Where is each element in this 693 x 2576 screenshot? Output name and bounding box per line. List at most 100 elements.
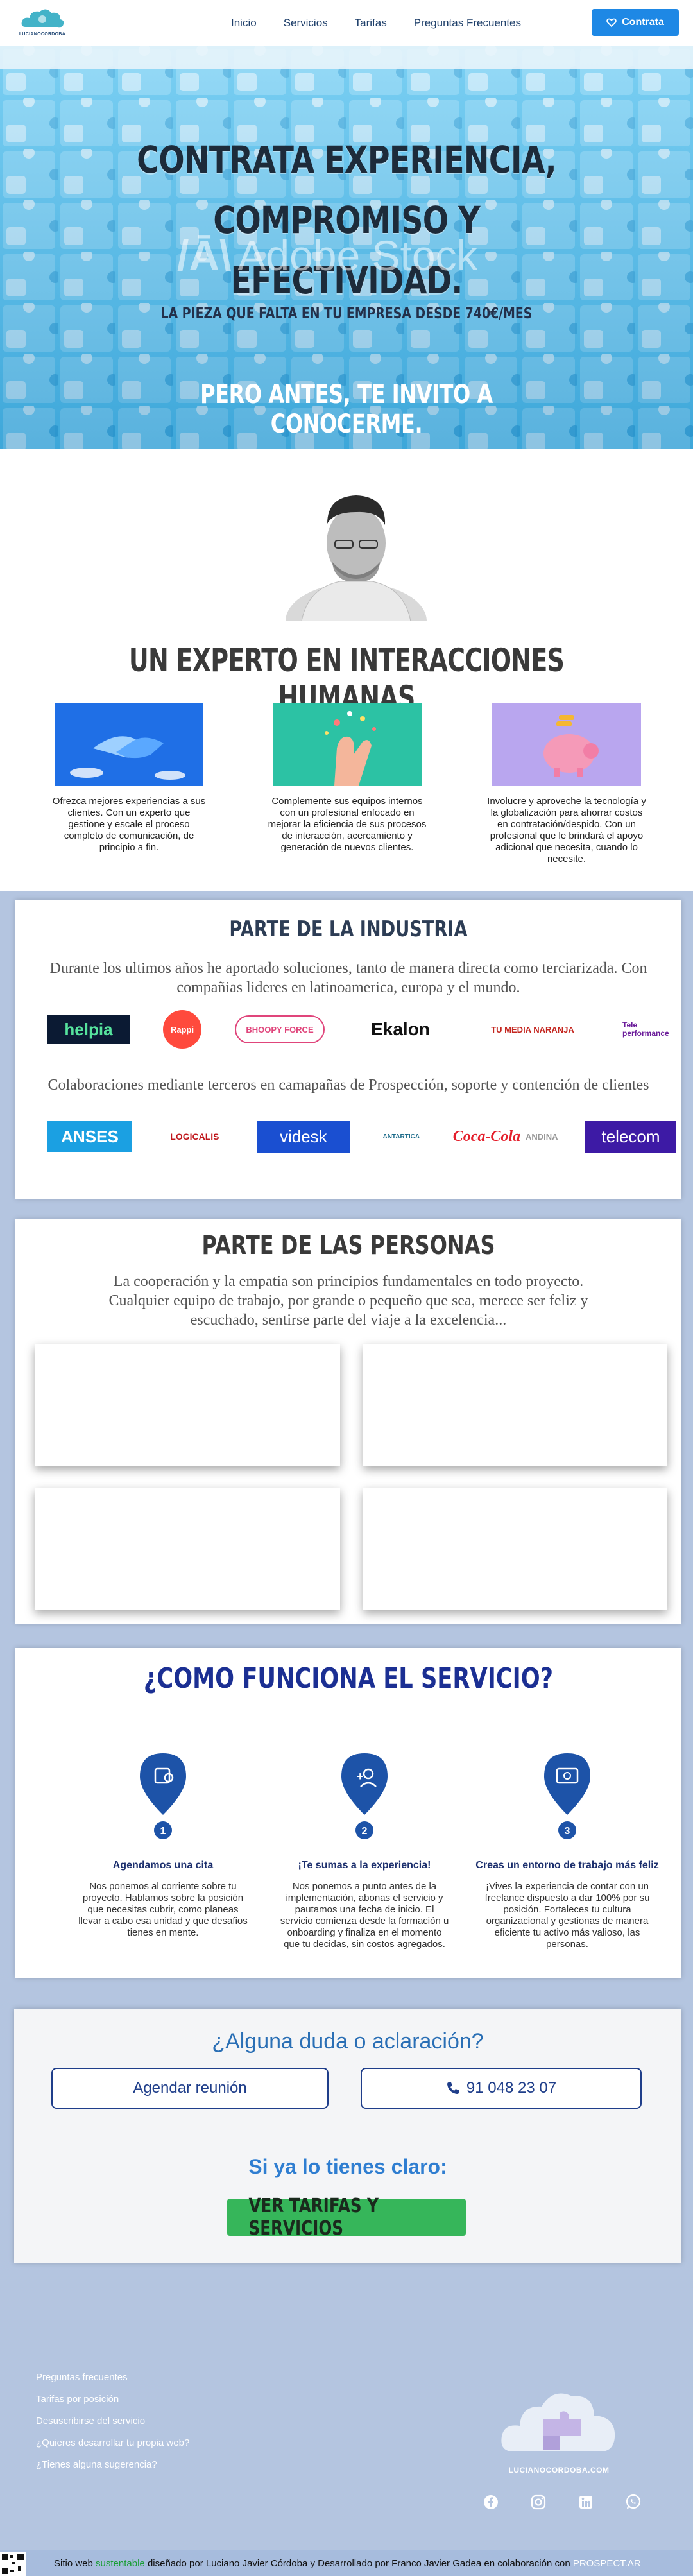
- people-text-line3: escuchado, sentirse parte del viaje a la…: [190, 1312, 507, 1328]
- people-title: PARTE DE LAS PERSONAS: [201, 1231, 495, 1260]
- brand-helpia: helpia: [47, 1015, 130, 1044]
- brand-rappi: Rappi: [163, 1010, 201, 1049]
- credits-bar: Sitio web sustentable diseñado por Lucia…: [0, 2550, 693, 2576]
- feature-text-3: Involucre y aproveche la tecnología y la…: [487, 796, 646, 864]
- footer-link-desuscribirse[interactable]: Desuscribirse del servicio: [36, 2416, 189, 2426]
- people-text: La cooperación y la empatia son principi…: [41, 1272, 656, 1330]
- brand-antartica: ANTARTICA: [382, 1133, 420, 1140]
- hand-icon: [273, 703, 422, 786]
- nav-servicios[interactable]: Servicios: [284, 17, 328, 30]
- footer-link-sugerencia[interactable]: ¿Tienes alguna sugerencia?: [36, 2459, 189, 2470]
- footer-links: Preguntas frecuentes Tarifas por posició…: [36, 2372, 189, 2481]
- people-photo-2: [363, 1344, 667, 1466]
- nav-inicio[interactable]: Inicio: [231, 17, 257, 30]
- people-photo-3: [35, 1488, 340, 1610]
- collab-text: Colaboraciones mediante terceros en cama…: [47, 1077, 649, 1094]
- industry-logos-row2: ANSES LOGICALIS videsk ANTARTICA Coca-Co…: [47, 1121, 676, 1153]
- profile-photo: [286, 495, 427, 621]
- feature-card-2: Complemente sus equipos internos con un …: [267, 703, 427, 854]
- contrata-button[interactable]: Contrata: [592, 9, 679, 36]
- brand-andina: ANDINA: [526, 1131, 558, 1142]
- phone-icon: [447, 2082, 459, 2094]
- step-1-pin-icon: 1: [140, 1753, 186, 1839]
- footer-logo-text: LUCIANOCORDOBA.COM: [508, 2466, 610, 2475]
- contact-question: ¿Alguna duda o aclaración?: [212, 2029, 484, 2054]
- feature-text-2: Complemente sus equipos internos con un …: [268, 796, 427, 853]
- handshake-image: [55, 703, 203, 786]
- linkedin-icon[interactable]: [578, 2494, 594, 2511]
- step-1: 1 Agendamos una cita Nos ponemos al corr…: [67, 1751, 259, 1939]
- nav-preguntas[interactable]: Preguntas Frecuentes: [414, 17, 521, 30]
- footer-link-faq[interactable]: Preguntas frecuentes: [36, 2372, 189, 2383]
- feature-card-3: Involucre y aproveche la tecnología y la…: [486, 703, 647, 865]
- nav-tarifas[interactable]: Tarifas: [355, 17, 387, 30]
- step-1-number: 1: [160, 1826, 166, 1837]
- step-3-title: Creas un entorno de trabajo más feliz: [475, 1860, 659, 1871]
- step-2-title: ¡Te sumas a la experiencia!: [298, 1860, 431, 1871]
- step-3-text: ¡Vives la experiencia de contar con un f…: [484, 1881, 650, 1950]
- schedule-meeting-button[interactable]: Agendar reunión: [51, 2068, 329, 2109]
- step-3-pin-icon: 3: [544, 1753, 590, 1839]
- feature-card-1: Ofrezca mejores experiencias a sus clien…: [49, 703, 209, 854]
- clear-question: Si ya lo tienes claro:: [248, 2155, 447, 2178]
- brand-tu-media-naranja: TU MEDIA NARANJA: [491, 1024, 574, 1035]
- footer-link-web[interactable]: ¿Quieres desarrollar tu propia web?: [36, 2437, 189, 2448]
- logo-text: LUCIANOCORDOBA: [19, 32, 66, 37]
- step-3: 3 Creas un entorno de trabajo más feliz …: [471, 1751, 663, 1950]
- people-photo-4: [363, 1488, 667, 1610]
- main-nav: Inicio Servicios Tarifas Preguntas Frecu…: [231, 17, 548, 30]
- gesture-image: [273, 703, 422, 786]
- footer-logo[interactable]: LUCIANOCORDOBA.COM: [498, 2374, 620, 2477]
- site-logo[interactable]: LUCIANOCORDOBA: [17, 4, 68, 42]
- brand-teleperformance: Tele performance: [622, 1020, 669, 1038]
- industry-title: PARTE DE LA INDUSTRIA: [229, 916, 468, 942]
- footer-cloud-icon: [501, 2393, 615, 2451]
- how-title: ¿COMO FUNCIONA EL SERVICIO?: [143, 1662, 554, 1695]
- piggybank-image: [492, 703, 641, 786]
- heart-icon: [606, 18, 617, 28]
- piggy-bank-icon: [492, 703, 641, 786]
- hero-subtitle: LA PIEZA QUE FALTA EN TU EMPRESA DESDE 7…: [160, 305, 533, 322]
- watermark-text: Adobe Stock: [237, 232, 478, 279]
- whatsapp-icon[interactable]: [625, 2494, 642, 2511]
- site-header: LUCIANOCORDOBA Inicio Servicios Tarifas …: [0, 0, 693, 46]
- schedule-meeting-label: Agendar reunión: [133, 2079, 247, 2097]
- people-text-line2: Cualquier equipo de trabajo, por grande …: [108, 1292, 588, 1309]
- brand-videsk: videsk: [257, 1121, 350, 1153]
- how-card: ¿COMO FUNCIONA EL SERVICIO? 1 Agendamos …: [15, 1648, 681, 1978]
- hero-title: CONTRATA EXPERIENCIA, COMPROMISO Y EFECT…: [83, 130, 610, 311]
- brand-logicalis: LOGICALIS: [170, 1131, 219, 1142]
- instagram-icon[interactable]: [530, 2494, 547, 2511]
- adobe-icon: /Ā\: [177, 232, 232, 279]
- credit-prefix: Sitio web: [54, 2558, 93, 2569]
- credit-middle: diseñado por Luciano Javier Córdoba y De…: [147, 2558, 570, 2569]
- credits-text: Sitio web sustentable diseñado por Lucia…: [54, 2558, 641, 2569]
- brand-cocacola: Coca-Cola: [452, 1128, 521, 1145]
- tarifas-servicios-label: VER TARIFAS Y SERVICIOS: [248, 2195, 379, 2240]
- step-3-number: 3: [565, 1826, 570, 1837]
- handshake-icon: [55, 703, 203, 786]
- step-2-number: 2: [362, 1826, 368, 1837]
- credit-sustentable-link[interactable]: sustentable: [96, 2558, 145, 2569]
- industry-logos-row1: helpia Rappi BHOOPY FORCE Ekalon TU MEDI…: [47, 1010, 676, 1049]
- contrata-label: Contrata: [622, 17, 664, 28]
- step-1-title: Agendamos una cita: [112, 1860, 214, 1871]
- industry-card: PARTE DE LA INDUSTRIA Durante los ultimo…: [15, 900, 681, 1199]
- tarifas-servicios-button[interactable]: VER TARIFAS Y SERVICIOS: [227, 2195, 466, 2240]
- phone-button[interactable]: 91 048 23 07: [361, 2068, 642, 2109]
- step-2-pin-icon: + 2: [341, 1753, 388, 1839]
- brand-cocacola-andina: Coca-Cola ANDINA: [453, 1121, 558, 1153]
- hero-cta-text: PERO ANTES, TE INVITO A CONOCERME.: [200, 380, 493, 439]
- industry-intro: Durante los ultimos años he aportado sol…: [49, 960, 647, 996]
- people-photo-1: [35, 1344, 340, 1466]
- people-card: PARTE DE LAS PERSONAS La cooperación y l…: [15, 1219, 681, 1624]
- step-2-text: Nos ponemos a punto antes de la implemen…: [280, 1881, 449, 1950]
- feature-text-1: Ofrezca mejores experiencias a sus clien…: [52, 796, 206, 853]
- brand-telecom: telecom: [585, 1121, 676, 1153]
- credit-prospectar-link[interactable]: PROSPECT.AR: [573, 2558, 641, 2569]
- footer-link-tarifas[interactable]: Tarifas por posición: [36, 2394, 189, 2405]
- stock-watermark: /Ā\ Adobe Stock: [177, 231, 478, 280]
- contact-section: ¿Alguna duda o aclaración? Agendar reuni…: [14, 2009, 681, 2263]
- brand-bhoopy: BHOOPY FORCE: [235, 1015, 325, 1043]
- facebook-icon[interactable]: [483, 2494, 499, 2511]
